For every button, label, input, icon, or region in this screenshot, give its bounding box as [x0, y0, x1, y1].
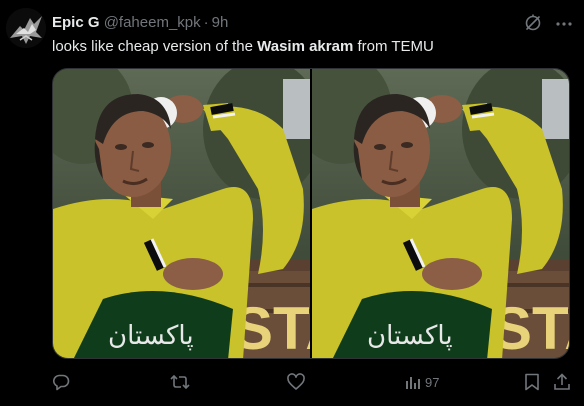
avatar[interactable] — [6, 8, 46, 48]
action-bar: 97 — [0, 372, 584, 394]
tweet-header: Epic G @faheem_kpk · 9h — [52, 14, 228, 32]
tweet-text-bold: Wasim akram — [257, 38, 354, 55]
bookmark-icon[interactable] — [524, 373, 540, 391]
tweet-text-after: from TEMU — [353, 38, 434, 55]
share-icon[interactable] — [553, 373, 571, 391]
views-icon[interactable] — [405, 374, 421, 390]
photo-left[interactable]: STA پاکستان — [53, 69, 310, 358]
reply-button[interactable] — [52, 372, 70, 392]
like-icon[interactable] — [287, 373, 305, 391]
tweet-text-before: looks like cheap version of the — [52, 38, 258, 55]
grok-icon[interactable] — [524, 14, 542, 32]
bookmark-button[interactable] — [524, 372, 540, 392]
author-handle[interactable]: @faheem_kpk — [104, 14, 201, 31]
tweet-time[interactable]: 9h — [212, 14, 229, 31]
share-button[interactable] — [553, 372, 571, 392]
author-name[interactable]: Epic G — [52, 14, 100, 31]
photo-right[interactable]: STA پاکستان — [312, 69, 569, 358]
more-icon[interactable] — [555, 15, 573, 33]
retweet-button[interactable] — [170, 372, 190, 392]
tweet-card[interactable]: Epic G @faheem_kpk · 9h looks like cheap v… — [0, 0, 584, 406]
jersey-text: پاکستان — [108, 321, 194, 351]
reply-icon[interactable] — [52, 373, 70, 391]
retweet-icon[interactable] — [170, 373, 190, 391]
jersey-text: پاکستان — [367, 321, 453, 351]
like-button[interactable] — [287, 372, 305, 392]
separator-dot: · — [203, 14, 209, 31]
views-button[interactable]: 97 — [405, 372, 439, 392]
tweet-media[interactable]: STA پاکستان — [52, 68, 570, 359]
tweet-text: looks like cheap version of the Wasim ak… — [52, 38, 434, 56]
views-count: 97 — [425, 374, 440, 390]
